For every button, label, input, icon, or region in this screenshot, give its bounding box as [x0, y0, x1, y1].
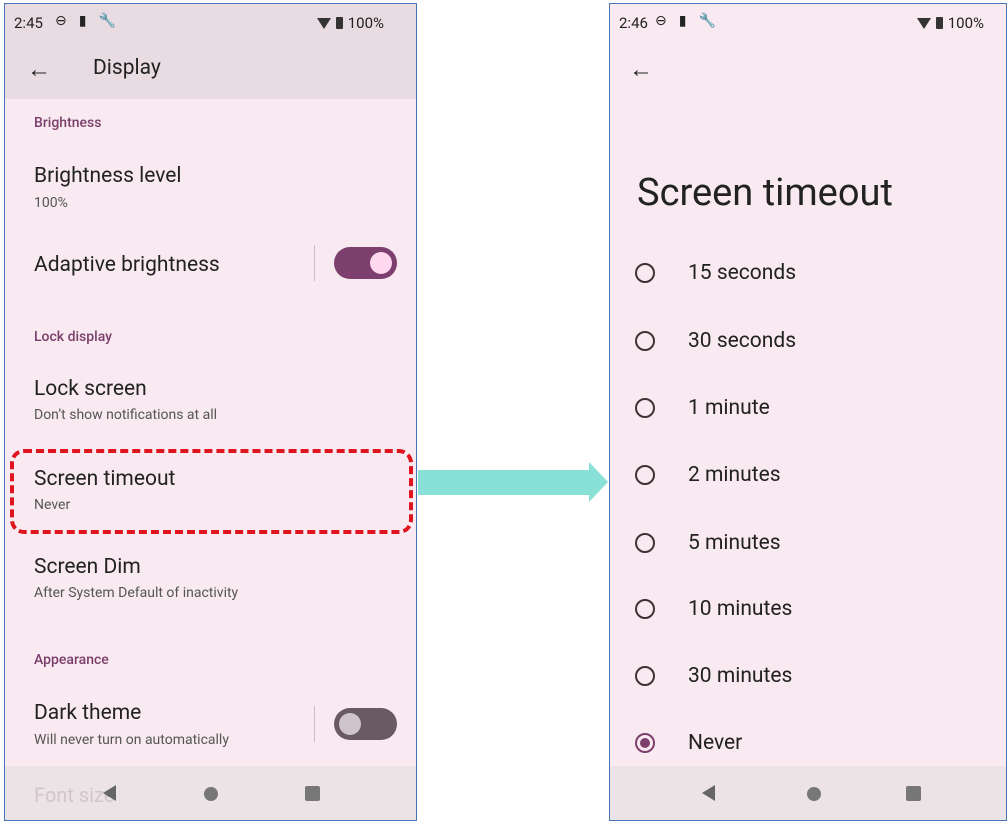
option-15-seconds[interactable]: 15 seconds — [635, 253, 796, 293]
radio-button[interactable] — [635, 599, 655, 619]
battery-icon — [335, 17, 343, 29]
screen-timeout-screen: 2:46 ⊖ ▮ 🔧 100% ← Screen timeout 15 seco… — [609, 3, 1007, 821]
highlight-box — [10, 449, 413, 534]
status-right: 100% — [316, 14, 384, 32]
option-label: 30 minutes — [688, 664, 793, 688]
option-never[interactable]: Never — [635, 723, 742, 763]
radio-button[interactable] — [635, 331, 655, 351]
page-title: Display — [93, 56, 161, 80]
divider — [314, 245, 315, 281]
navigation-bar — [610, 766, 1006, 820]
radio-button[interactable] — [635, 398, 655, 418]
sim-icon: ⊖ — [55, 13, 67, 29]
sim-icon: ⊖ — [655, 13, 667, 29]
brightness-level-title: Brightness level — [34, 164, 182, 188]
lock-screen-title: Lock screen — [34, 377, 147, 401]
notification-icons: ⊖ ▮ 🔧 — [55, 13, 116, 29]
option-label: Never — [688, 731, 743, 755]
status-time: 2:46 — [619, 14, 648, 32]
dark-theme-toggle[interactable] — [334, 708, 397, 740]
option-30-seconds[interactable]: 30 seconds — [635, 321, 796, 361]
status-right: 100% — [916, 14, 984, 32]
radio-button-selected[interactable] — [635, 733, 655, 753]
option-label: 30 seconds — [688, 329, 797, 353]
page-title: Screen timeout — [637, 171, 893, 215]
nav-home-icon[interactable] — [204, 787, 218, 801]
nav-recents-icon[interactable] — [906, 786, 921, 801]
display-settings-screen: 2:45 ⊖ ▮ 🔧 100% ← Display Brightness Bri… — [4, 3, 417, 821]
navigation-bar: Font size — [5, 766, 416, 820]
status-time: 2:45 — [14, 14, 43, 32]
nav-recents-icon[interactable] — [305, 786, 320, 801]
radio-button[interactable] — [635, 666, 655, 686]
option-10-minutes[interactable]: 10 minutes — [635, 589, 792, 629]
option-label: 1 minute — [688, 396, 770, 420]
battery-percent: 100% — [947, 14, 984, 32]
screen-dim-title: Screen Dim — [34, 555, 141, 579]
radio-button[interactable] — [635, 533, 655, 553]
battery-icon — [935, 17, 943, 29]
radio-button[interactable] — [635, 465, 655, 485]
notification-icons: ⊖ ▮ 🔧 — [655, 13, 716, 29]
section-lock-display: Lock display — [34, 329, 112, 345]
battery-saver-icon: ▮ — [78, 13, 87, 29]
nav-back-icon[interactable] — [702, 785, 715, 801]
option-1-minute[interactable]: 1 minute — [635, 388, 770, 428]
dark-theme-subtitle: Will never turn on automatically — [34, 732, 229, 748]
transition-arrow-head — [589, 462, 608, 502]
battery-saver-icon: ▮ — [678, 13, 687, 29]
transition-arrow — [418, 470, 589, 495]
option-2-minutes[interactable]: 2 minutes — [635, 455, 781, 495]
wifi-icon — [916, 17, 931, 29]
back-arrow-icon[interactable]: ← — [629, 55, 653, 84]
brightness-level-value: 100% — [34, 195, 68, 211]
toggle-thumb — [339, 713, 361, 735]
wrench-icon: 🔧 — [98, 13, 116, 29]
status-bar: 2:46 ⊖ ▮ 🔧 100% — [610, 4, 1006, 42]
nav-back-icon[interactable] — [103, 785, 116, 801]
battery-percent: 100% — [347, 14, 384, 32]
option-30-minutes[interactable]: 30 minutes — [635, 656, 792, 696]
option-5-minutes[interactable]: 5 minutes — [635, 523, 781, 563]
toggle-thumb — [370, 252, 392, 274]
status-bar: 2:45 ⊖ ▮ 🔧 100% — [5, 4, 416, 42]
section-appearance: Appearance — [34, 652, 109, 668]
dark-theme-title: Dark theme — [34, 701, 142, 725]
screen-dim-subtitle: After System Default of inactivity — [34, 585, 239, 601]
option-label: 10 minutes — [688, 597, 793, 621]
radio-button[interactable] — [635, 263, 655, 283]
wrench-icon: 🔧 — [698, 13, 716, 29]
nav-home-icon[interactable] — [807, 787, 821, 801]
option-label: 15 seconds — [688, 261, 797, 285]
divider — [314, 706, 315, 742]
lock-screen-subtitle: Don’t show notifications at all — [34, 407, 218, 423]
adaptive-brightness-toggle[interactable] — [334, 247, 397, 279]
option-label: 2 minutes — [688, 463, 781, 487]
back-arrow-icon[interactable]: ← — [27, 55, 51, 84]
option-label: 5 minutes — [688, 531, 781, 555]
section-brightness: Brightness — [34, 115, 102, 131]
adaptive-brightness-title: Adaptive brightness — [34, 253, 220, 277]
wifi-icon — [316, 17, 331, 29]
